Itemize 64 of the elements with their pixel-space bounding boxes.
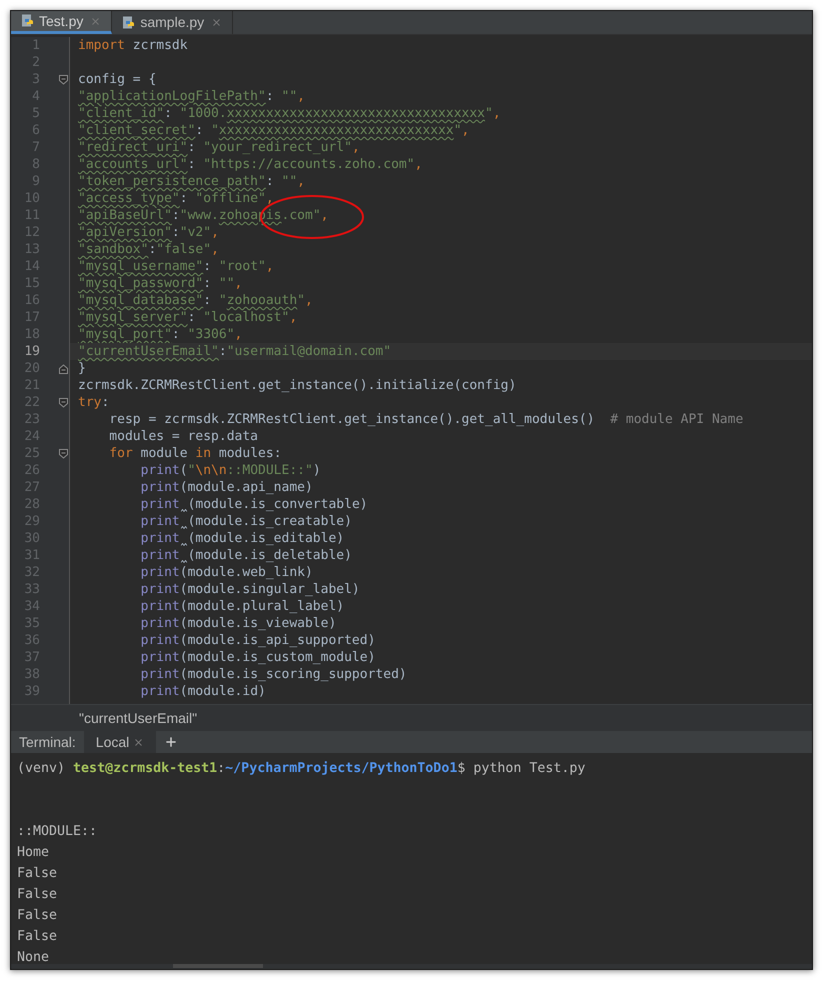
code-line: "currentUserEmail":"usermail@domain.com": [78, 344, 392, 359]
code-line: "sandbox":"false",: [78, 242, 219, 257]
code-line: "token_persistence_path": "",: [78, 174, 305, 189]
warning-squiggle-icon: [180, 526, 187, 529]
code-line: modules = resp.data: [108, 429, 258, 444]
warning-squiggle-icon: [180, 509, 187, 512]
code-line: "applicationLogFilePath": "",: [78, 89, 305, 104]
breadcrumb-item[interactable]: "currentUserEmail": [79, 708, 198, 728]
code-line: zcrmsdk.ZCRMRestClient.get_instance().initialize(config): [78, 378, 516, 393]
code-line: "redirect_uri": "your_redirect_url",: [78, 140, 360, 155]
fold-marker-icon[interactable]: [58, 362, 69, 374]
line-number: 19: [24, 344, 40, 359]
fold-marker-icon[interactable]: [58, 448, 69, 460]
python-file-icon: [122, 16, 136, 30]
code-line: print(module.is_custom_module): [140, 650, 376, 665]
terminal-tab[interactable]: Local: [84, 731, 156, 753]
code-line: print (module.is_convertable): [140, 497, 368, 512]
terminal-output-line: Home: [17, 844, 50, 862]
terminal-output-line: False: [17, 907, 58, 925]
terminal-prompt: (venv) test@zcrmsdk-test1:~/PycharmProjects/PythonToDo1$ python Test.py: [17, 760, 586, 778]
terminal-output-line: False: [17, 886, 58, 904]
editor-tab[interactable]: sample.py: [112, 11, 234, 34]
code-line: print (module.is_creatable): [140, 514, 352, 529]
terminal-output-line: ::MODULE::: [17, 823, 98, 841]
code-line: "apiVersion":"v2",: [78, 225, 219, 240]
terminal-output-line: None: [17, 949, 50, 964]
close-icon[interactable]: [211, 17, 222, 28]
code-line: config = {: [78, 72, 156, 87]
terminal-label: Terminal:: [18, 732, 77, 752]
code-line: print(module.is_api_supported): [140, 633, 376, 648]
code-line: print(module.is_scoring_supported): [140, 667, 407, 682]
terminal-output-line: False: [17, 865, 58, 883]
code-line: print (module.is_editable): [140, 531, 344, 546]
python-file-icon: [21, 14, 35, 28]
code-line: print(module.singular_label): [140, 582, 360, 597]
code-line: }: [78, 361, 86, 376]
code-line: import zcrmsdk: [78, 38, 188, 53]
terminal-output-line: False: [17, 928, 58, 946]
code-line: "mysql_username": "root",: [78, 259, 274, 274]
code-line: print (module.is_deletable): [140, 548, 352, 563]
code-line: "client_secret": "xxxxxxxxxxxxxxxxxxxxxxxxxxxxxx",: [78, 123, 470, 138]
fold-marker-icon[interactable]: [58, 396, 69, 408]
code-line: print("\n\n::MODULE::"): [140, 463, 321, 478]
code-line: resp = zcrmsdk.ZCRMRestClient.get_instance().get_all_modules() # module API Name: [108, 412, 744, 427]
code-line: print(module.id): [140, 684, 266, 699]
code-line: "access_type": "offline",: [78, 191, 274, 206]
warning-squiggle-icon: [180, 543, 187, 546]
code-line: print(module.plural_label): [140, 599, 344, 614]
code-line: print(module.is_viewable): [140, 616, 336, 631]
code-line: for module in modules:: [108, 446, 282, 461]
add-icon[interactable]: [164, 735, 178, 749]
code-line: "mysql_server": "localhost",: [78, 310, 298, 325]
code-line: try:: [78, 395, 110, 410]
warning-squiggle-icon: [180, 560, 187, 563]
fold-marker-icon[interactable]: [58, 74, 69, 86]
code-line: print(module.web_link): [140, 565, 313, 580]
code-line: "client_id": "1000.xxxxxxxxxxxxxxxxxxxxxxxxxxxxxxxxx",: [78, 106, 501, 121]
code-line: "accounts_url": "https://accounts.zoho.com",: [78, 157, 422, 172]
editor-tab[interactable]: Test.py: [11, 11, 112, 34]
code-line: "mysql_port": "3306",: [78, 327, 242, 342]
close-icon[interactable]: [133, 736, 144, 748]
code-line: print(module.api_name): [140, 480, 313, 495]
code-line: "mysql_password": "",: [78, 276, 242, 291]
code-line: "mysql_database": "zohooauth",: [78, 293, 313, 308]
